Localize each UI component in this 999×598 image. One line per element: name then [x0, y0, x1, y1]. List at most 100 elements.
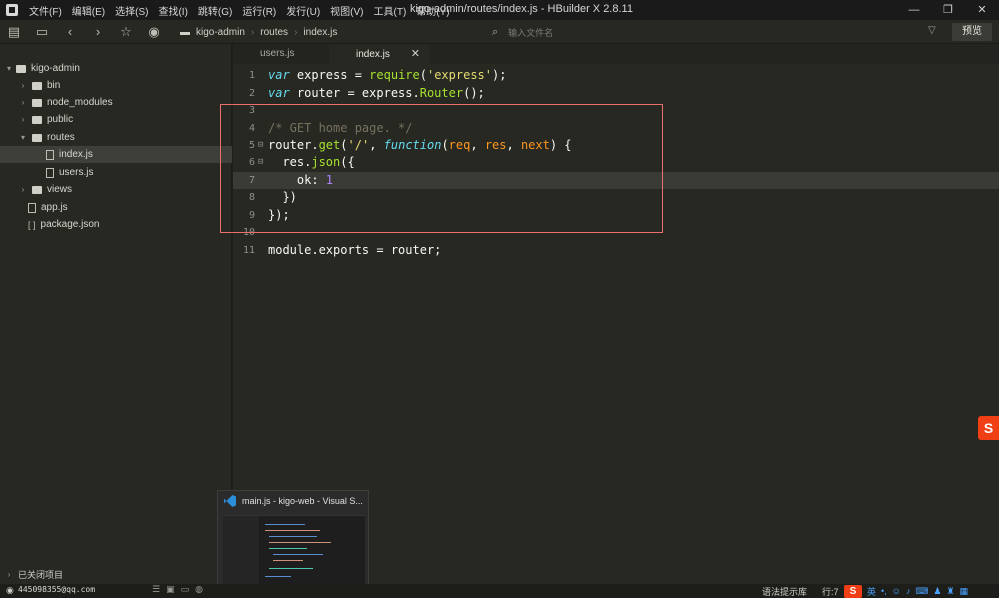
account-email[interactable]: 445098355@qq.com [18, 585, 95, 594]
tab-label: index.js [356, 49, 390, 60]
grid-icon[interactable]: ▦ [960, 586, 969, 597]
file-search-input[interactable]: ⌕ 输入文件名 [492, 24, 932, 40]
chevron-right-icon: › [21, 98, 25, 107]
microphone-icon[interactable]: ♪ [906, 586, 911, 596]
js-file-icon [46, 149, 54, 160]
menu-publish[interactable]: 发行(U) [281, 3, 325, 18]
project-folder-icon [16, 64, 26, 73]
project-explorer: ▾ kigo-admin › bin › node_modules › publ… [0, 44, 232, 584]
project-name: kigo-admin [31, 63, 80, 74]
js-file-icon [46, 167, 54, 178]
code-line: 11 module.exports = router; [233, 242, 999, 259]
breadcrumb-file[interactable]: index.js [303, 27, 337, 38]
list-icon[interactable]: ☰ [152, 584, 160, 595]
tree-item-label: index.js [59, 149, 93, 160]
menu-select[interactable]: 选择(S) [110, 3, 153, 18]
line-number: 2 [248, 88, 255, 99]
tab-users-js[interactable]: users.js [233, 44, 321, 64]
syntax-library-label[interactable]: 语法提示库 [762, 585, 807, 598]
hbuilder-logo-icon [6, 4, 18, 16]
tree-item-package-json[interactable]: [ ] package.json [0, 216, 232, 233]
window-title: kigo-admin/routes/index.js - HBuilder X … [410, 3, 633, 15]
emoji-icon[interactable]: ☺ [892, 586, 901, 596]
terminal-icon[interactable]: ▭ [181, 584, 190, 595]
tree-item-views[interactable]: › views [0, 181, 232, 198]
sogou-ime-floating-icon[interactable]: S [978, 416, 999, 440]
closed-projects-label: 已关闭项目 [18, 569, 64, 580]
preview-button[interactable]: 预览 [952, 23, 992, 41]
cursor-position[interactable]: 行:7 [822, 585, 839, 598]
tree-item-bin[interactable]: › bin [0, 77, 232, 94]
menu-edit[interactable]: 编辑(E) [67, 3, 110, 18]
tree-item-index-js[interactable]: index.js [0, 146, 232, 163]
tree-item-label: public [47, 114, 74, 125]
tab-index-js[interactable]: index.js ✕ [329, 44, 429, 64]
tree-item-label: routes [47, 132, 75, 143]
restore-button[interactable]: ❐ [931, 0, 965, 20]
folder-icon [32, 185, 42, 194]
sogou-logo-icon[interactable]: S [844, 584, 862, 598]
browser-icon[interactable]: ◍ [195, 584, 203, 595]
ime-language[interactable]: 英 [867, 585, 876, 598]
status-icons: ☰ ▣ ▭ ◍ [152, 584, 203, 595]
tree-item-public[interactable]: › public [0, 111, 232, 128]
breadcrumb-folder[interactable]: routes [260, 27, 288, 38]
folder-icon [32, 81, 42, 90]
fold-toggle-icon[interactable]: ⊟ [258, 154, 263, 171]
json-file-icon: [ ] [28, 219, 36, 230]
project-root[interactable]: ▾ kigo-admin [0, 60, 232, 77]
close-window-button[interactable]: ✕ [965, 0, 999, 20]
closed-projects[interactable]: › 已关闭项目 [0, 565, 232, 583]
chevron-right-icon: › [21, 81, 25, 90]
code-line: 1 var express = require('express'); [233, 67, 999, 84]
status-bar: ◉ 445098355@qq.com ☰ ▣ ▭ ◍ 语法提示库 行:7 S 英… [0, 584, 999, 598]
tree-item-node-modules[interactable]: › node_modules [0, 94, 232, 111]
window-controls: — ❐ ✕ [897, 0, 999, 20]
preview-title: main.js - kigo-web - Visual S... [224, 495, 363, 507]
back-icon[interactable]: ‹ [56, 20, 84, 44]
star-icon[interactable]: ☆ [112, 20, 140, 44]
menu-file[interactable]: 文件(F) [24, 3, 67, 18]
folder-icon: ▬ [180, 26, 190, 38]
menu-run[interactable]: 运行(R) [237, 3, 281, 18]
menu-tools[interactable]: 工具(T) [369, 3, 412, 18]
code-line: 4 /* GET home page. */ [233, 120, 999, 137]
keyboard-icon[interactable]: ⌨ [915, 586, 928, 597]
chevron-down-icon: ▾ [6, 64, 11, 73]
taskbar-window-preview[interactable]: main.js - kigo-web - Visual S... [217, 490, 369, 598]
save-icon[interactable]: ▭ [28, 20, 56, 44]
close-tab-icon[interactable]: ✕ [411, 48, 420, 60]
menu-goto[interactable]: 跳转(G) [193, 3, 237, 18]
code-line: 2 var router = express.Router(); [233, 85, 999, 102]
tree-item-users-js[interactable]: users.js [0, 164, 232, 181]
tree-item-label: views [47, 184, 73, 195]
breadcrumb-project[interactable]: kigo-admin [196, 27, 245, 38]
line-number: 1 [248, 70, 255, 81]
run-icon[interactable]: ◉ [140, 20, 168, 44]
image-icon[interactable]: ▣ [166, 584, 175, 595]
tree-item-app-js[interactable]: app.js [0, 199, 232, 216]
line-number: 11 [242, 245, 255, 256]
tree-item-label: app.js [41, 202, 68, 213]
menu-find[interactable]: 查找(I) [153, 3, 192, 18]
user-icon[interactable]: ♟ [933, 586, 941, 597]
new-file-icon[interactable]: ▤ [0, 20, 28, 44]
line-number: 7 [248, 175, 255, 186]
breadcrumb: ▬ kigo-admin › routes › index.js [180, 20, 343, 44]
minimize-button[interactable]: — [897, 0, 931, 20]
open-folder-icon [32, 133, 42, 142]
chevron-right-icon: › [21, 115, 25, 124]
chevron-right-icon: › [7, 569, 11, 579]
punctuation-icon[interactable]: •, [881, 586, 887, 596]
filter-icon[interactable]: ▽ [928, 25, 936, 36]
fold-toggle-icon[interactable]: ⊟ [258, 137, 263, 154]
tree-item-routes[interactable]: ▾ routes [0, 129, 232, 146]
menu-view[interactable]: 视图(V) [325, 3, 368, 18]
user-avatar-icon[interactable]: ◉ [6, 585, 14, 596]
breadcrumb-separator: › [294, 26, 298, 38]
shirt-icon[interactable]: ♜ [946, 586, 954, 597]
forward-icon[interactable]: › [84, 20, 112, 44]
file-search-placeholder: 输入文件名 [508, 27, 554, 38]
chevron-right-icon: › [21, 185, 25, 194]
file-search-icon: ⌕ [492, 25, 499, 38]
